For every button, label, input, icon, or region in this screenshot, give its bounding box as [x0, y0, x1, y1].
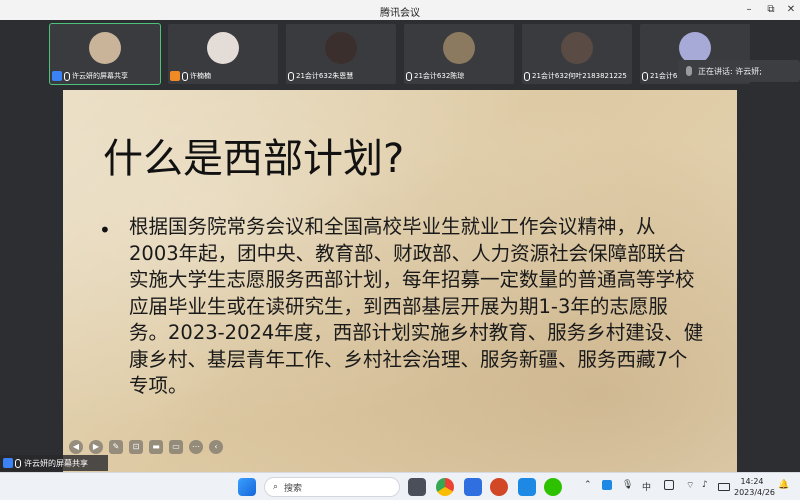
participant-name-row: 许楠楠: [170, 70, 211, 82]
task-view-icon[interactable]: [408, 478, 426, 496]
clock-time: 14:24: [740, 477, 764, 486]
slide-body-text: 根据国务院常务会议和全国高校毕业生就业工作会议精神，从2003年起，团中央、教育…: [129, 215, 704, 397]
avatar: [443, 32, 475, 64]
avatar: [207, 32, 239, 64]
mic-icon: [182, 71, 188, 81]
participant-name: 许云妍的屏幕共享: [72, 72, 128, 80]
user-icon: [3, 458, 13, 468]
restore-button[interactable]: ⧉: [762, 2, 780, 18]
browser-icon[interactable]: [436, 478, 454, 496]
zoom-icon[interactable]: ⊡: [129, 440, 143, 454]
participant-tile[interactable]: 21会计632何叶2183821225: [522, 24, 632, 84]
mic-icon: [686, 66, 692, 76]
tray-overflow-icon[interactable]: ⌃: [584, 480, 592, 490]
mic-muted-icon: [406, 71, 412, 81]
mic-muted-icon: [288, 71, 294, 81]
avatar: [89, 32, 121, 64]
taskbar: ⌕ 搜索 ⌃ 🎙 中 ⌔ ♪ 14:24 2023/4/26 🔔: [0, 472, 800, 500]
mic-muted-icon: [642, 71, 648, 81]
tencent-meeting-icon[interactable]: [518, 478, 536, 496]
participant-name: 许楠楠: [190, 72, 211, 80]
speaking-label: 正在讲话: 许云妍;: [698, 66, 762, 76]
volume-icon[interactable]: ♪: [702, 480, 708, 490]
share-icons: [3, 458, 21, 468]
screen-share-tag: 许云妍的屏幕共享: [0, 455, 108, 471]
windows-start-icon[interactable]: [238, 478, 256, 496]
mic-tray-icon[interactable]: 🎙: [622, 480, 633, 490]
participant-name-row: 21会计632陈琼: [406, 70, 464, 82]
share-badge-icon: [52, 71, 62, 81]
window-title: 腾讯会议: [380, 8, 420, 19]
powerpoint-icon[interactable]: [490, 478, 508, 496]
mic-muted-icon: [524, 71, 530, 81]
minimize-button[interactable]: –: [740, 2, 758, 18]
taskbar-search[interactable]: ⌕ 搜索: [264, 477, 400, 497]
search-placeholder: 搜索: [284, 483, 303, 494]
participant-tile[interactable]: 许云妍的屏幕共享: [49, 23, 161, 85]
participant-tile[interactable]: 许楠楠: [168, 24, 278, 84]
bullet-marker: •: [99, 218, 111, 242]
pen-icon[interactable]: ✎: [109, 440, 123, 454]
shared-slide: 什么是西部计划? • 根据国务院常务会议和全国高校毕业生就业工作会议精神，从20…: [63, 90, 737, 472]
battery-icon[interactable]: [718, 483, 730, 491]
ime-mode-icon[interactable]: [664, 480, 674, 490]
share-tag-label: 许云妍的屏幕共享: [24, 458, 88, 468]
slide-title: 什么是西部计划?: [103, 136, 405, 182]
avatar: [325, 32, 357, 64]
close-button[interactable]: ✕: [782, 2, 800, 18]
participant-name: 21会计632陈琼: [414, 72, 465, 80]
slides-icon[interactable]: ▬: [149, 440, 163, 454]
collapse-icon[interactable]: ‹: [209, 440, 223, 454]
slide-toolbar: ◀ ▶ ✎ ⊡ ▬ ▭ ⋯ ‹: [69, 438, 223, 456]
participant-name-row: 21会计632朱恩慧: [288, 70, 353, 82]
meeting-stage: 许云妍的屏幕共享 许楠楠 21会计632朱恩慧 21会计632陈琼 21会计63…: [0, 20, 800, 472]
notification-icon[interactable]: 🔔: [778, 480, 789, 490]
participant-tile[interactable]: 21会计632陈琼: [404, 24, 514, 84]
taskbar-clock[interactable]: 14:24 2023/4/26: [734, 476, 776, 498]
mic-icon: [15, 458, 21, 468]
search-icon: ⌕: [273, 482, 279, 492]
prev-slide-icon[interactable]: ◀: [69, 440, 83, 454]
ime-indicator[interactable]: 中: [642, 480, 651, 493]
avatar: [561, 32, 593, 64]
participant-name-row: 许云妍的屏幕共享: [52, 70, 128, 82]
more-icon[interactable]: ⋯: [189, 440, 203, 454]
participant-name: 21会计632何叶2183821225: [532, 72, 627, 80]
participant-name: 21会计632朱恩慧: [296, 72, 354, 80]
wechat-icon[interactable]: [544, 478, 562, 496]
participant-name-row: 21会计632何叶2183821225: [524, 70, 627, 82]
clock-date: 2023/4/26: [734, 488, 776, 497]
wifi-icon[interactable]: ⌔: [686, 480, 694, 491]
window-titlebar: 腾讯会议 – ⧉ ✕: [0, 0, 800, 20]
mic-icon: [64, 71, 70, 81]
host-badge-icon: [170, 71, 180, 81]
comment-icon[interactable]: ▭: [169, 440, 183, 454]
speaking-indicator: 正在讲话: 许云妍;: [678, 60, 800, 82]
tray-app-icon[interactable]: [602, 480, 612, 490]
participant-tile[interactable]: 21会计632朱恩慧: [286, 24, 396, 84]
app-icon[interactable]: [464, 478, 482, 496]
next-slide-icon[interactable]: ▶: [89, 440, 103, 454]
